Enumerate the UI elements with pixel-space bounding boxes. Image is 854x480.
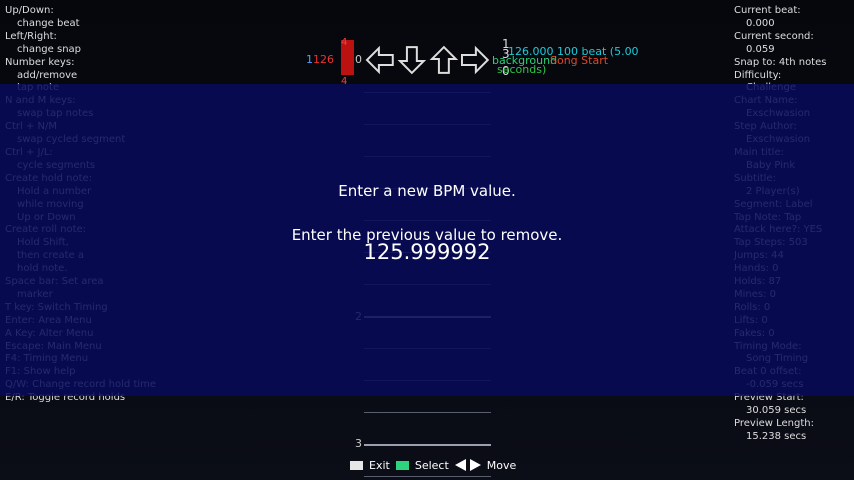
exit-button[interactable]: Exit	[369, 459, 390, 472]
measure-number: 0	[355, 53, 362, 66]
info_right-line: 0.059	[746, 43, 775, 55]
right-arrow-receptor-icon	[461, 45, 490, 75]
exit-key-icon	[350, 460, 363, 470]
song-start-label: Song Start	[550, 54, 609, 67]
lane-grid-line	[364, 412, 491, 413]
arrow-right-icon	[469, 459, 481, 471]
down-arrow-receptor-icon	[397, 46, 426, 75]
help_left-line: change beat	[17, 17, 80, 29]
info_right-line: Preview Length:	[734, 418, 814, 429]
bpm-digit: 1	[306, 53, 313, 66]
measure-number: 3	[355, 437, 362, 450]
left-arrow-receptor-icon	[365, 45, 394, 75]
stop-top-label: 4	[341, 37, 348, 48]
select-button[interactable]: Select	[415, 459, 449, 472]
info_right-line: Snap to: 4th notes	[734, 56, 827, 68]
stop-segment-marker: 4 4	[341, 37, 354, 87]
help_left-line: Left/Right:	[5, 30, 57, 42]
info_right-line: 0.000	[746, 17, 775, 29]
bpm-value-input[interactable]: 125.999992	[0, 240, 854, 264]
help_left-line: Up/Down:	[5, 5, 54, 16]
lane-grid-line	[364, 476, 491, 477]
select-key-icon	[395, 460, 409, 470]
up-arrow-receptor-icon	[429, 45, 458, 74]
bpm-seconds-label: seconds)	[497, 63, 547, 76]
help_left-line: Number keys:	[5, 56, 75, 68]
dialog-title: Enter a new BPM value.	[338, 182, 516, 200]
footer-controls: Exit Select Move	[350, 458, 522, 472]
bpm-value: 126	[313, 53, 334, 66]
move-button[interactable]: Move	[487, 459, 517, 472]
help_left-line: add/remove	[17, 69, 78, 81]
info_right-line: Current second:	[734, 30, 814, 42]
lane-grid-line	[364, 444, 491, 446]
arrow-left-icon	[454, 459, 466, 471]
info_right-line: Difficulty:	[734, 69, 782, 81]
bpm-indicator-left: 1126	[306, 53, 334, 66]
info_right-line: 30.059 secs	[746, 405, 807, 417]
info_right-line: 15.238 secs	[746, 430, 807, 442]
arrow-receptors	[364, 44, 491, 76]
info_right-line: Current beat:	[734, 5, 801, 16]
help_left-line: change snap	[17, 43, 82, 55]
